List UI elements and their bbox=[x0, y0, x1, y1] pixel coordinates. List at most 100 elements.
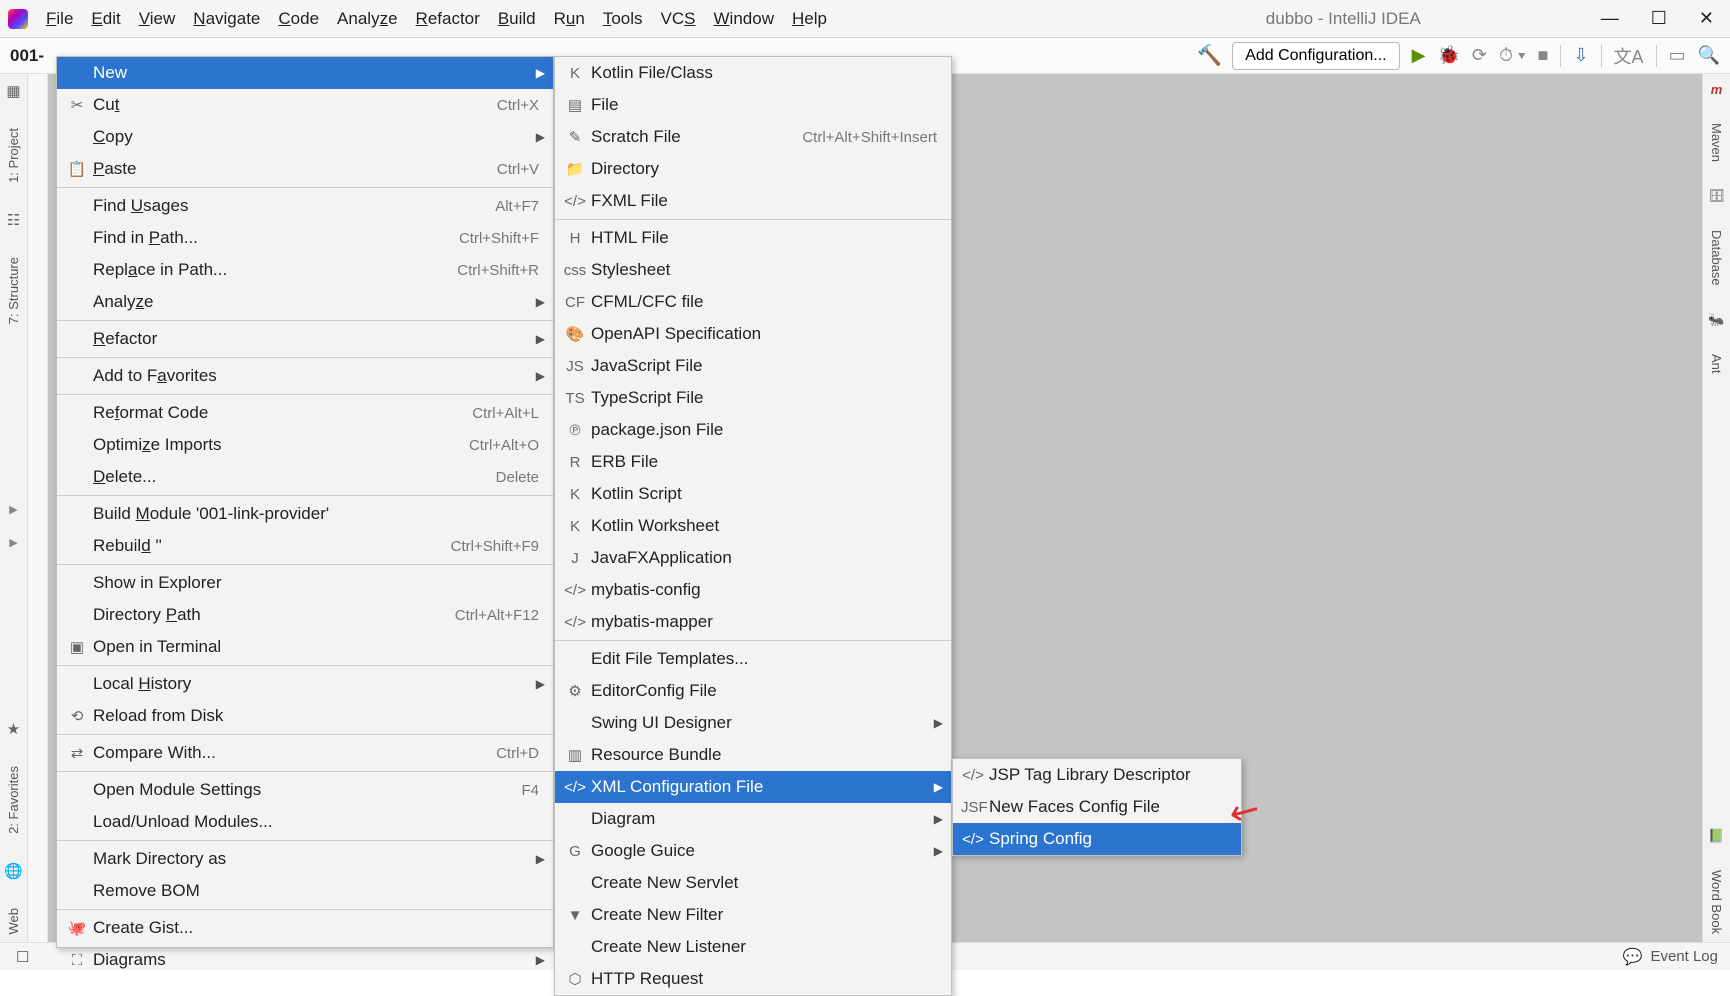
minimize-button[interactable]: — bbox=[1601, 8, 1619, 29]
menu-item[interactable]: GGoogle Guice▶ bbox=[555, 835, 951, 867]
menu-item[interactable]: Find UsagesAlt+F7 bbox=[57, 190, 553, 222]
tab-database[interactable]: Database bbox=[1707, 222, 1726, 294]
menu-item[interactable]: cssStylesheet bbox=[555, 254, 951, 286]
menu-item[interactable]: </>JSP Tag Library Descriptor bbox=[953, 759, 1241, 791]
menu-analyze[interactable]: Analyze bbox=[329, 5, 406, 33]
tab-maven[interactable]: Maven bbox=[1707, 115, 1726, 170]
menu-code[interactable]: Code bbox=[270, 5, 327, 33]
menu-item[interactable]: JSJavaScript File bbox=[555, 350, 951, 382]
menu-item[interactable]: Swing UI Designer▶ bbox=[555, 707, 951, 739]
menu-item[interactable]: Build Module '001-link-provider' bbox=[57, 498, 553, 530]
menu-item[interactable]: </>XML Configuration File▶ bbox=[555, 771, 951, 803]
menu-item[interactable]: Reformat CodeCtrl+Alt+L bbox=[57, 397, 553, 429]
menu-item[interactable]: ▼Create New Filter bbox=[555, 899, 951, 931]
menu-item[interactable]: 📋PasteCtrl+V bbox=[57, 153, 553, 185]
menu-item[interactable]: CFCFML/CFC file bbox=[555, 286, 951, 318]
menu-item[interactable]: ℗package.json File bbox=[555, 414, 951, 446]
menu-refactor[interactable]: Refactor bbox=[408, 5, 488, 33]
tab-project[interactable]: 1: Project bbox=[4, 120, 23, 191]
menu-file[interactable]: File bbox=[38, 5, 81, 33]
menu-vcs[interactable]: VCS bbox=[653, 5, 704, 33]
profile-icon[interactable]: ⏱ ▾ bbox=[1499, 45, 1526, 66]
menu-item[interactable]: RERB File bbox=[555, 446, 951, 478]
menu-view[interactable]: View bbox=[131, 5, 184, 33]
menu-item[interactable]: Show in Explorer bbox=[57, 567, 553, 599]
add-configuration-button[interactable]: Add Configuration... bbox=[1232, 42, 1399, 70]
open-in-window-icon[interactable]: ▭ bbox=[1669, 45, 1686, 66]
menu-item[interactable]: 📁Directory bbox=[555, 153, 951, 185]
menu-item[interactable]: ⛶Diagrams▶ bbox=[57, 944, 553, 976]
menu-item[interactable]: TSTypeScript File bbox=[555, 382, 951, 414]
menu-item[interactable]: </>FXML File bbox=[555, 185, 951, 217]
menu-item-label: CFML/CFC file bbox=[591, 292, 937, 312]
menu-item[interactable]: Refactor▶ bbox=[57, 323, 553, 355]
event-log-button[interactable]: Event Log bbox=[1650, 948, 1718, 965]
menu-run[interactable]: Run bbox=[546, 5, 593, 33]
coverage-icon[interactable]: ⟳ bbox=[1472, 45, 1487, 66]
tab-wordbook[interactable]: Word Book bbox=[1707, 862, 1726, 942]
menu-item[interactable]: Find in Path...Ctrl+Shift+F bbox=[57, 222, 553, 254]
menu-item[interactable]: Open Module SettingsF4 bbox=[57, 774, 553, 806]
menu-item[interactable]: 🎨OpenAPI Specification bbox=[555, 318, 951, 350]
menu-item[interactable]: ✎Scratch FileCtrl+Alt+Shift+Insert bbox=[555, 121, 951, 153]
menu-item[interactable]: </>Spring Config bbox=[953, 823, 1241, 855]
stop-icon[interactable]: ■ bbox=[1538, 45, 1549, 66]
menu-item[interactable]: ⚙EditorConfig File bbox=[555, 675, 951, 707]
menu-help[interactable]: Help bbox=[784, 5, 835, 33]
menu-item[interactable]: Create New Servlet bbox=[555, 867, 951, 899]
menu-edit[interactable]: Edit bbox=[83, 5, 128, 33]
menu-item[interactable]: ▣Open in Terminal bbox=[57, 631, 553, 663]
menu-item[interactable]: Analyze▶ bbox=[57, 286, 553, 318]
tab-web[interactable]: Web bbox=[4, 900, 23, 943]
menu-tools[interactable]: Tools bbox=[595, 5, 651, 33]
menu-item[interactable]: </>mybatis-mapper bbox=[555, 606, 951, 638]
debug-icon[interactable]: 🐞 bbox=[1437, 45, 1459, 66]
menu-item[interactable]: Add to Favorites▶ bbox=[57, 360, 553, 392]
menu-item[interactable]: ⬡HTTP Request bbox=[555, 963, 951, 995]
menu-window[interactable]: Window bbox=[706, 5, 782, 33]
close-button[interactable]: ✕ bbox=[1699, 8, 1714, 29]
menu-item[interactable]: ▤File bbox=[555, 89, 951, 121]
menu-item[interactable]: 🐙Create Gist... bbox=[57, 912, 553, 944]
menu-navigate[interactable]: Navigate bbox=[185, 5, 268, 33]
tab-ant[interactable]: Ant bbox=[1707, 346, 1726, 382]
run-icon[interactable]: ▶ bbox=[1412, 45, 1426, 66]
menu-item[interactable]: Copy▶ bbox=[57, 121, 553, 153]
menu-item[interactable]: ⟲Reload from Disk bbox=[57, 700, 553, 732]
menu-item[interactable]: HHTML File bbox=[555, 222, 951, 254]
menu-item[interactable]: Load/Unload Modules... bbox=[57, 806, 553, 838]
maximize-button[interactable]: ☐ bbox=[1651, 8, 1667, 29]
menu-item[interactable]: Remove BOM bbox=[57, 875, 553, 907]
update-project-icon[interactable]: ⇩ bbox=[1573, 45, 1588, 66]
menu-item[interactable]: KKotlin File/Class bbox=[555, 57, 951, 89]
menu-item[interactable]: KKotlin Script bbox=[555, 478, 951, 510]
menu-build[interactable]: Build bbox=[490, 5, 544, 33]
menu-item[interactable]: Directory PathCtrl+Alt+F12 bbox=[57, 599, 553, 631]
build-icon[interactable]: 🔨 bbox=[1197, 43, 1222, 68]
menu-item[interactable]: Replace in Path...Ctrl+Shift+R bbox=[57, 254, 553, 286]
menu-item[interactable]: KKotlin Worksheet bbox=[555, 510, 951, 542]
breadcrumb[interactable]: 001- bbox=[10, 46, 44, 66]
menu-item[interactable]: Rebuild ''Ctrl+Shift+F9 bbox=[57, 530, 553, 562]
tab-favorites[interactable]: 2: Favorites bbox=[4, 758, 23, 842]
menu-item[interactable]: Diagram▶ bbox=[555, 803, 951, 835]
expand-icon[interactable]: ▶ bbox=[9, 503, 17, 516]
menu-item[interactable]: ▥Resource Bundle bbox=[555, 739, 951, 771]
menu-item[interactable]: ✂CutCtrl+X bbox=[57, 89, 553, 121]
menu-item[interactable]: Create New Listener bbox=[555, 931, 951, 963]
tab-structure[interactable]: 7: Structure bbox=[4, 249, 23, 332]
menu-item[interactable]: JJavaFXApplication bbox=[555, 542, 951, 574]
menu-item[interactable]: Edit File Templates... bbox=[555, 643, 951, 675]
status-tool-window-button[interactable]: ☐ bbox=[16, 948, 29, 966]
menu-item[interactable]: Mark Directory as▶ bbox=[57, 843, 553, 875]
menu-item[interactable]: ⇄Compare With...Ctrl+D bbox=[57, 737, 553, 769]
translate-icon[interactable]: 文A bbox=[1614, 43, 1644, 69]
expand-icon-2[interactable]: ▶ bbox=[9, 536, 17, 549]
menu-item[interactable]: Local History▶ bbox=[57, 668, 553, 700]
menu-item[interactable]: New▶ bbox=[57, 57, 553, 89]
search-everywhere-icon[interactable]: 🔍 bbox=[1698, 45, 1720, 66]
menu-item[interactable]: JSFNew Faces Config File bbox=[953, 791, 1241, 823]
menu-item[interactable]: Optimize ImportsCtrl+Alt+O bbox=[57, 429, 553, 461]
menu-item[interactable]: </>mybatis-config bbox=[555, 574, 951, 606]
menu-item[interactable]: Delete...Delete bbox=[57, 461, 553, 493]
